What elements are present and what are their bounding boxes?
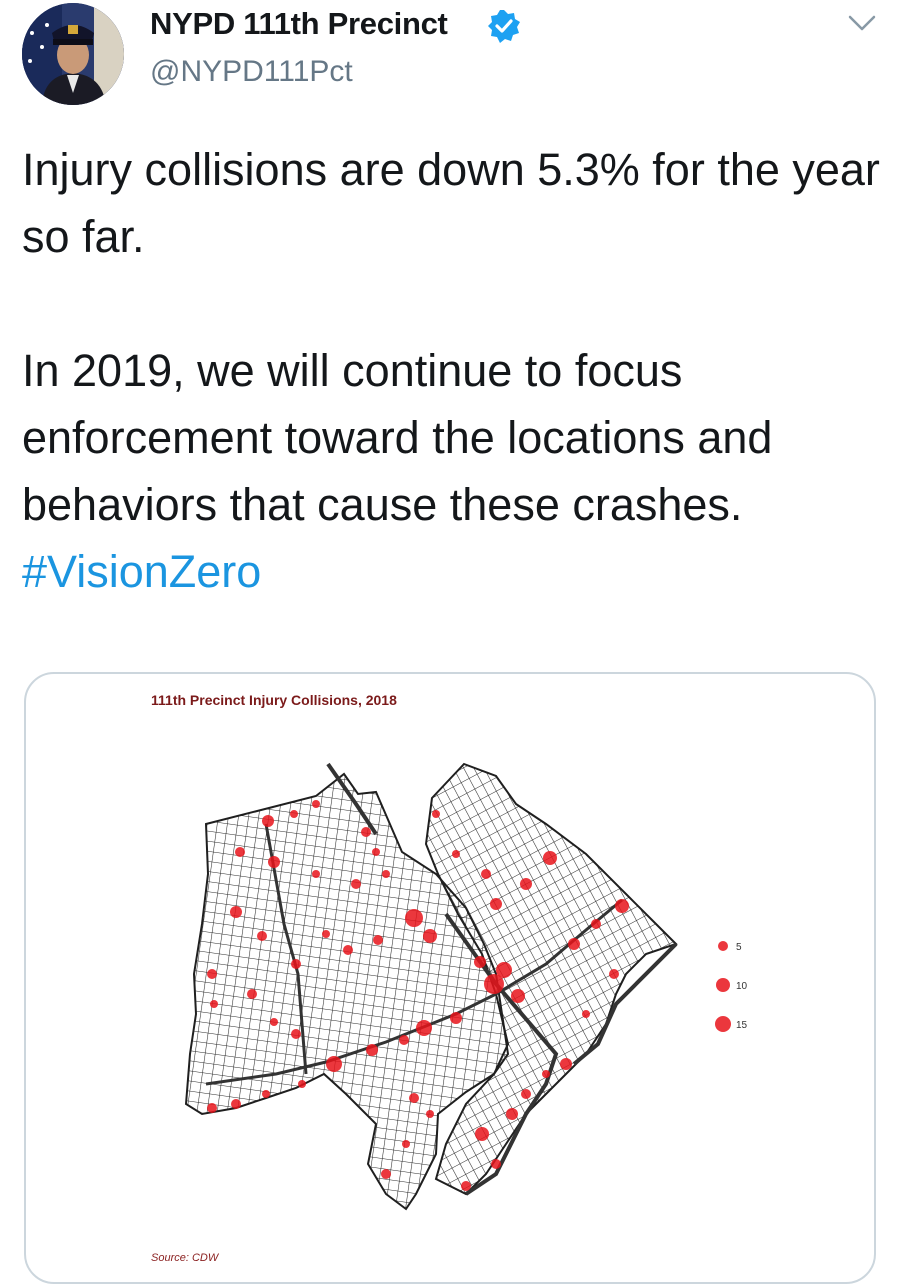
collision-dot — [520, 878, 532, 890]
collision-dot — [210, 1000, 218, 1008]
map-source: Source: CDW — [151, 1252, 219, 1264]
verified-badge-icon — [488, 10, 520, 43]
collision-dot — [381, 1169, 391, 1179]
collision-dot — [409, 1093, 419, 1103]
collision-dot — [542, 1070, 550, 1078]
collision-dot — [481, 869, 491, 879]
collision-dot — [615, 899, 629, 913]
collision-dot — [322, 930, 330, 938]
legend-label-medium: 10 — [736, 981, 748, 992]
collision-dot — [543, 851, 557, 865]
collision-dot — [496, 962, 512, 978]
tweet-header: NYPD 111th Precinct @NYPD111Pct — [0, 0, 900, 120]
collision-dot — [361, 827, 371, 837]
collision-dot — [511, 989, 525, 1003]
collision-dot — [399, 1035, 409, 1045]
collision-dot — [491, 1159, 501, 1169]
collision-dot — [568, 938, 580, 950]
collision-dot — [247, 989, 257, 999]
collision-dot — [270, 1018, 278, 1026]
collision-dot — [268, 856, 280, 868]
tweet-text: Injury collisions are down 5.3% for the … — [22, 136, 882, 605]
tweet-paragraph-2-text: In 2019, we will continue to focus enfor… — [22, 345, 773, 530]
legend-dot-medium — [716, 978, 730, 992]
tweet-paragraph-1: Injury collisions are down 5.3% for the … — [22, 144, 880, 262]
collision-dot — [591, 919, 601, 929]
legend-label-small: 5 — [736, 942, 742, 953]
legend-dot-large — [715, 1016, 731, 1032]
collision-dot — [257, 931, 267, 941]
tweet-media-image[interactable]: 5 10 15 111th Precinct Injury Collisions… — [24, 672, 876, 1284]
collision-dot — [426, 1110, 434, 1118]
avatar[interactable] — [22, 3, 124, 105]
collision-dot — [231, 1099, 241, 1109]
collision-dot — [207, 1103, 217, 1113]
legend-label-large: 15 — [736, 1020, 748, 1031]
collision-dot — [432, 810, 440, 818]
collision-dot — [452, 850, 460, 858]
collision-dot — [521, 1089, 531, 1099]
collision-dot — [506, 1108, 518, 1120]
collision-map: 5 10 15 — [184, 762, 748, 1211]
collision-dot — [450, 1012, 462, 1024]
collision-dot — [609, 969, 619, 979]
collision-dot — [262, 815, 274, 827]
tweet-paragraph-2: In 2019, we will continue to focus enfor… — [22, 337, 882, 605]
collision-dot — [312, 800, 320, 808]
collision-dot — [298, 1080, 306, 1088]
legend — [715, 941, 731, 1032]
hashtag-link[interactable]: #VisionZero — [22, 546, 261, 597]
collision-dot — [372, 848, 380, 856]
collision-dot — [382, 870, 390, 878]
collision-dot — [490, 898, 502, 910]
collision-dot — [560, 1058, 572, 1070]
collision-dot — [207, 969, 217, 979]
collision-dot — [291, 1029, 301, 1039]
handle[interactable]: @NYPD111Pct — [150, 55, 353, 89]
collision-dot — [373, 935, 383, 945]
map-title: 111th Precinct Injury Collisions, 2018 — [151, 692, 397, 708]
collision-dot — [405, 909, 423, 927]
collision-dot — [402, 1140, 410, 1148]
collision-dot — [351, 879, 361, 889]
display-name[interactable]: NYPD 111th Precinct — [150, 6, 448, 42]
collision-dot — [326, 1056, 342, 1072]
collision-dot — [230, 906, 242, 918]
collision-dot — [235, 847, 245, 857]
collision-dot — [290, 810, 298, 818]
collision-dot — [423, 929, 437, 943]
collision-dot — [461, 1181, 471, 1191]
collision-dot — [474, 956, 486, 968]
collision-dot — [312, 870, 320, 878]
officer-portrait — [22, 3, 124, 105]
collision-dot — [291, 959, 301, 969]
collision-dot — [343, 945, 353, 955]
legend-dot-small — [718, 941, 728, 951]
collision-dot — [262, 1090, 270, 1098]
collision-dot — [475, 1127, 489, 1141]
collision-dot — [416, 1020, 432, 1036]
chevron-down-icon[interactable] — [846, 12, 878, 34]
collision-dot — [582, 1010, 590, 1018]
collision-dot — [366, 1044, 378, 1056]
